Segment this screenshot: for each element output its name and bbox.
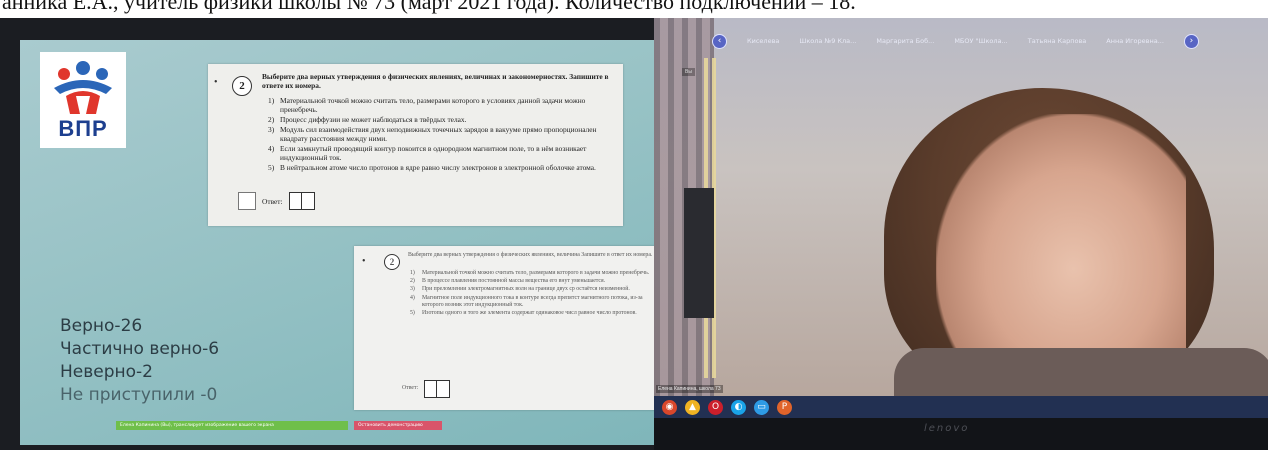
taskbar-app-icon[interactable]: O [708,399,723,415]
self-view-label: Вы [682,68,695,76]
left-photo: ВПР • 2 Выберите два верных утверждения … [0,18,662,450]
participants-strip: ‹ Киселева Школа №9 Кла... Маргарита Боб… [712,32,1199,50]
stat-partial: Частично верно-6 [60,339,220,359]
answer-row: Ответ: [238,192,315,210]
laptop-brand: lenovo [924,423,970,434]
task-option: 2) Процесс диффузии не может наблюдаться … [268,115,606,124]
speaker-name-tag: Елена Капинина, школа 73 [656,385,723,393]
task-title: Выберите два верных утверждения о физиче… [408,252,653,258]
option-text: Модуль сил взаимодействия двух неподвижн… [280,125,597,143]
option-number: 1) [268,96,275,105]
option-text: Магнитное поле индукционного тока в конт… [422,294,643,308]
question-number: 2 [232,76,252,96]
answer-label: Ответ: [262,196,283,206]
option-number: 3) [410,286,415,293]
caption: анника Е.А., учитель физики школы № 73 (… [2,0,856,14]
participant-name[interactable]: МБОУ "Школа... [954,37,1007,45]
presentation-slide: ВПР • 2 Выберите два верных утверждения … [20,40,660,445]
option-text: В нейтральном атоме число протонов в ядр… [280,163,596,172]
option-text: Материальной точкой можно считать тело, … [280,96,586,114]
option-text: В процессе плавления постоянной массы ве… [422,278,606,285]
screen-share-bar: Елена Капинина (Вы), транслирует изображ… [116,421,442,430]
results-stats: Верно-26 Частично верно-6 Неверно-2 Не п… [60,315,219,407]
taskbar-app-icon[interactable]: ▲ [685,399,700,415]
participant-name[interactable]: Школа №9 Кла... [799,37,856,45]
task-option: 3) Модуль сил взаимодействия двух неподви… [268,125,606,143]
option-number: 5) [268,163,275,172]
option-number: 3) [268,125,275,134]
answer-cells[interactable] [288,192,315,210]
taskbar-app-icon[interactable]: ▭ [754,399,769,415]
logo-text: ВПР [58,116,108,141]
task-option: 5) Изотопы одного и того же элемента соде… [410,310,658,317]
task-option: 3) При преломлении электромагнитных волн … [410,286,658,293]
option-text: Материальной точкой можно считать тело, … [422,270,650,276]
right-photo: ‹ Киселева Школа №9 Кла... Маргарита Боб… [654,18,1268,450]
taskbar-app-icon[interactable]: ◐ [731,399,746,415]
answer-label: Ответ: [402,385,419,392]
video-call-window: ‹ Киселева Школа №9 Кла... Маргарита Боб… [654,18,1268,396]
option-number: 4) [268,144,275,153]
option-number: 4) [410,294,415,301]
share-status: Елена Капинина (Вы), транслирует изображ… [116,421,348,430]
task-title: Выберите два верных утверждения о физиче… [262,72,609,90]
option-number: 5) [410,310,415,317]
stop-share-button[interactable]: Остановить демонстрацию [354,421,442,430]
option-number: 1) [410,270,415,276]
answer-row: Ответ: [402,380,451,398]
option-text: Изотопы одного и того же элемента содерж… [422,310,637,317]
task-option: 5) В нейтральном атоме число протонов в я… [268,163,606,172]
task-sheet-primary: • 2 Выберите два верных утверждения о фи… [208,64,623,226]
task-sheet-secondary: • 2 Выберите два верных утверждения о фи… [354,246,660,410]
participant-name[interactable]: Анна Игоревна... [1106,37,1164,45]
vpr-logo: ВПР [40,52,126,148]
task-option: 4) Магнитное поле индукционного тока в ко… [410,295,658,309]
option-number: 2) [268,115,275,124]
task-option: 4) Если замкнутый проводящий контур покои… [268,144,606,162]
taskbar-app-icon[interactable]: P [777,399,792,415]
option-text: Если замкнутый проводящий контур покоитс… [280,144,587,162]
stat-not-started: Не приступили -0 [60,385,218,405]
task-option: 1) Материальной точкой можно считать тело… [410,270,658,277]
family-logo-icon [54,61,112,114]
answer-checkbox[interactable] [238,192,256,210]
option-text: При преломлении электромагнитных волн на… [422,286,630,293]
answer-cells[interactable] [424,380,451,398]
taskbar-app-icon[interactable]: ◉ [662,399,677,415]
option-number: 2) [410,278,415,285]
next-participants-button[interactable]: › [1183,33,1199,49]
task-option: 1) Материальной точкой можно считать тело… [268,96,606,114]
stat-wrong: Неверно-2 [60,362,153,382]
task-option: 2) В процессе плавления постоянной массы … [410,278,658,285]
stat-correct: Верно-26 [60,316,143,336]
task-options: 1) Материальной точкой можно считать тело… [410,270,658,318]
prev-participants-button[interactable]: ‹ [712,33,727,49]
task-options: 1) Материальной точкой можно считать тело… [268,96,606,173]
question-number: 2 [384,254,400,270]
option-text: Процесс диффузии не может наблюдаться в … [280,115,467,124]
participant-name[interactable]: Татьяна Карпова [1028,37,1087,45]
participant-name[interactable]: Маргарита Боб... [876,37,934,45]
taskbar: ◉ ▲ O ◐ ▭ P [654,396,1268,418]
participant-name[interactable]: Киселева [747,37,779,45]
